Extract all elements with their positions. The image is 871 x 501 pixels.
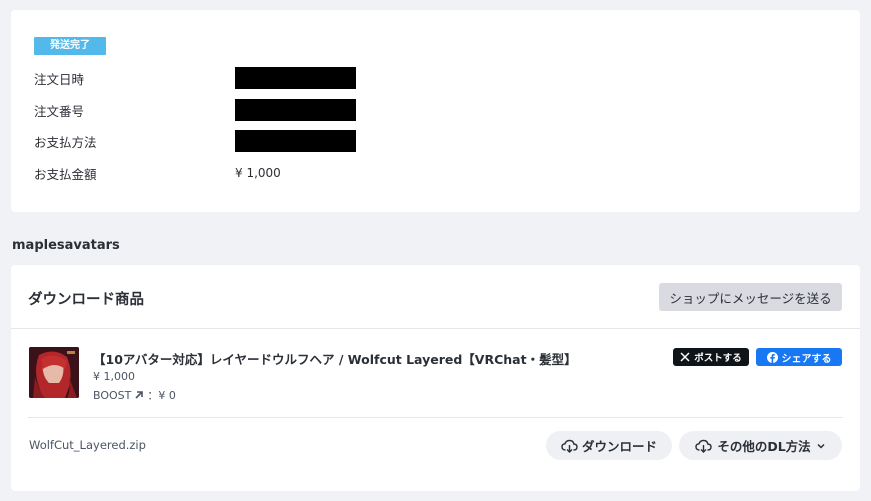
- order-date-label: 注文日時: [34, 71, 85, 87]
- cloud-download-icon: [561, 439, 578, 453]
- order-number-row: 注文番号: [34, 99, 356, 121]
- download-section-title: ダウンロード商品: [28, 292, 144, 308]
- facebook-share-button[interactable]: シェアする: [756, 348, 842, 366]
- post-to-x-button[interactable]: ポストする: [673, 348, 749, 366]
- product-price: ¥ 1,000: [93, 370, 135, 383]
- download-products-card: ダウンロード商品 ショップにメッセージを送る 【10アバター対応】レイヤードウル…: [11, 265, 860, 491]
- payment-amount-value: ¥ 1,000: [235, 166, 281, 180]
- order-date-redacted: [235, 67, 356, 89]
- order-number-label: 注文番号: [34, 103, 85, 119]
- other-download-label: その他のDL方法: [717, 439, 811, 454]
- shop-name-link[interactable]: maplesavatars: [12, 238, 120, 253]
- product-name-link[interactable]: 【10アバター対応】レイヤードウルフヘア / Wolfcut Layered【V…: [93, 349, 577, 368]
- message-shop-button[interactable]: ショップにメッセージを送る: [659, 283, 842, 311]
- facebook-icon: [766, 351, 778, 363]
- divider: [28, 417, 843, 418]
- share-button-label: シェアする: [781, 353, 832, 365]
- download-button[interactable]: ダウンロード: [546, 431, 672, 460]
- chevron-down-icon: [816, 442, 826, 450]
- divider: [11, 328, 860, 329]
- payment-method-redacted: [235, 130, 356, 152]
- product-thumbnail[interactable]: [29, 347, 79, 398]
- payment-method-row: お支払方法: [34, 130, 356, 152]
- order-info-card: 発送完了 注文日時 注文番号 お支払方法 お支払金額 ¥ 1,000: [11, 10, 860, 212]
- payment-method-label: お支払方法: [34, 134, 97, 150]
- other-download-methods-button[interactable]: その他のDL方法: [679, 431, 842, 460]
- cloud-download-icon: [695, 439, 713, 453]
- payment-amount-label: お支払金額: [34, 166, 97, 182]
- product-boost[interactable]: BOOST ：¥ 0: [93, 387, 176, 403]
- post-button-label: ポストする: [694, 353, 742, 364]
- file-name: WolfCut_Layered.zip: [29, 438, 146, 452]
- payment-amount-row: お支払金額 ¥ 1,000: [34, 162, 281, 184]
- boost-label: BOOST: [93, 388, 132, 402]
- status-badge: 発送完了: [34, 37, 106, 55]
- download-button-label: ダウンロード: [581, 439, 657, 454]
- order-date-row: 注文日時: [34, 67, 356, 89]
- order-number-redacted: [235, 99, 356, 121]
- boost-value: ：¥ 0: [147, 389, 176, 402]
- x-logo-icon: [680, 352, 690, 362]
- boost-arrow-icon: [133, 389, 145, 401]
